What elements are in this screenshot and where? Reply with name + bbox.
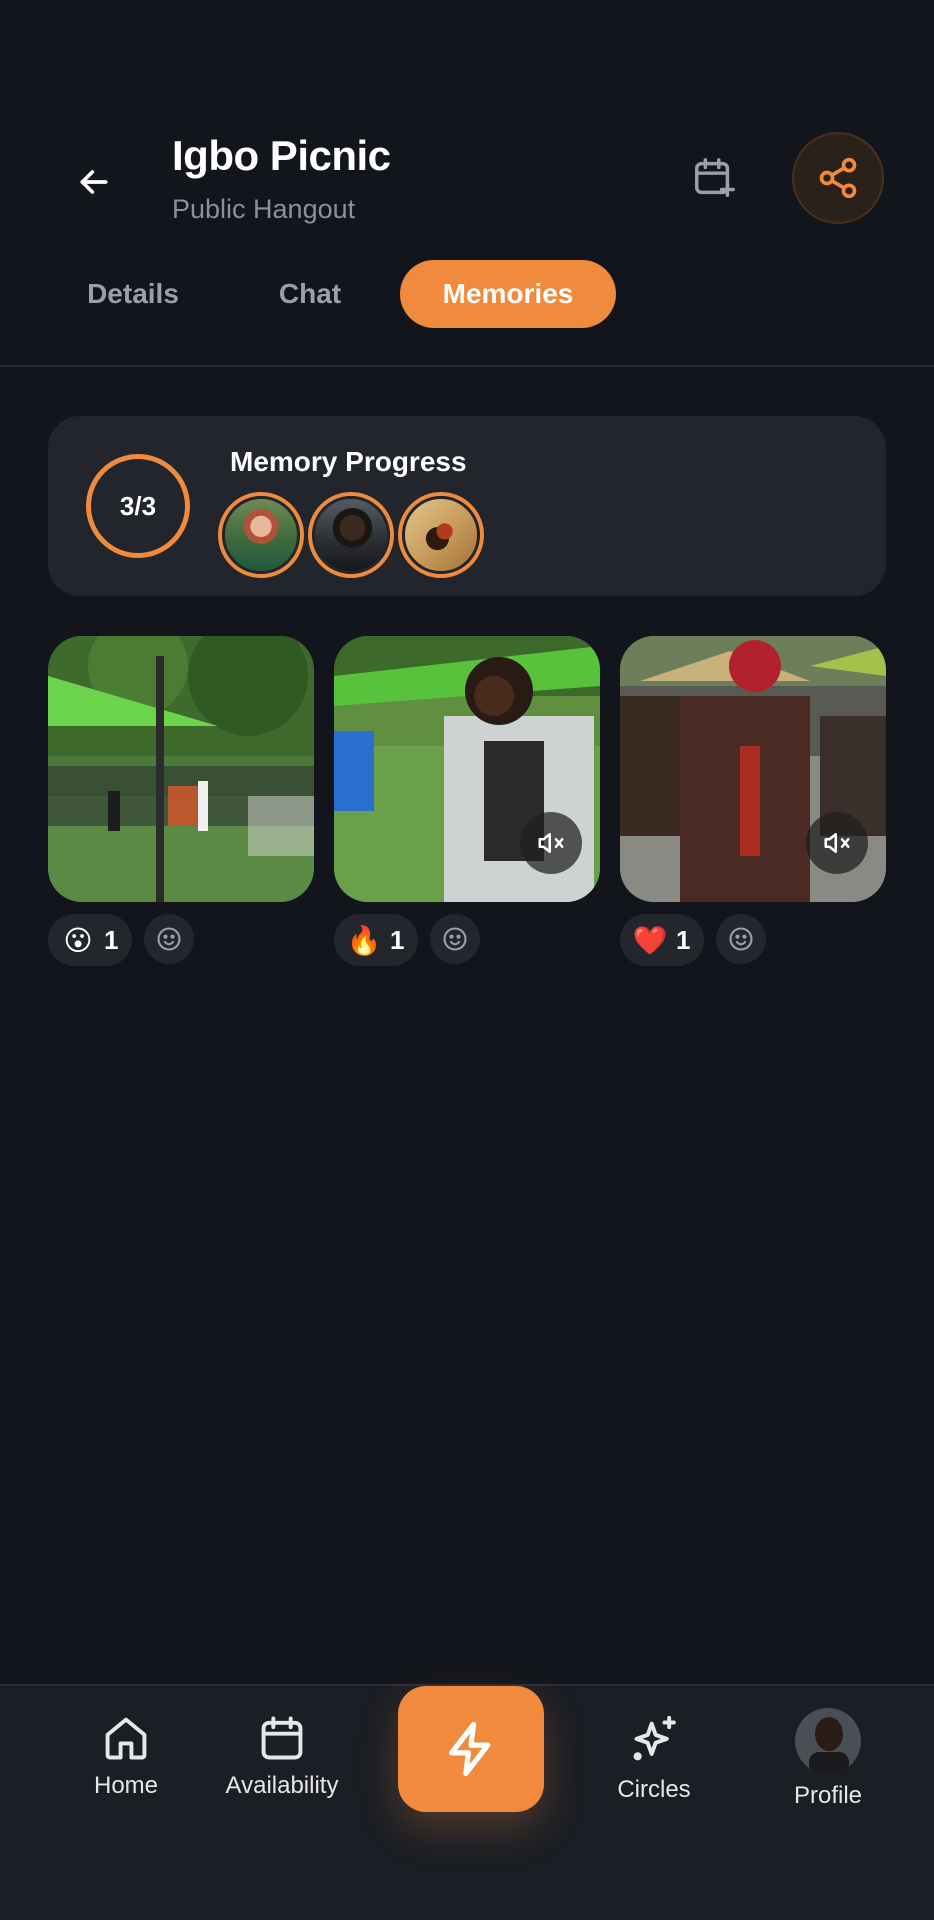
tab-chat[interactable]: Chat bbox=[262, 260, 358, 328]
memory-tile[interactable] bbox=[620, 636, 886, 902]
mute-button[interactable] bbox=[520, 812, 582, 874]
contributor-avatar[interactable] bbox=[398, 492, 484, 578]
page-subtitle: Public Hangout bbox=[172, 194, 356, 224]
lightning-icon bbox=[449, 1721, 491, 1777]
reaction-pill[interactable]: 😮 1 bbox=[48, 914, 133, 966]
nav-profile[interactable]: Profile bbox=[768, 1708, 888, 1810]
memory-photo bbox=[48, 636, 314, 902]
calendar-icon bbox=[261, 1716, 303, 1760]
tab-details[interactable]: Details bbox=[76, 260, 190, 328]
add-reaction-button[interactable] bbox=[430, 914, 480, 964]
nav-availability-label: Availability bbox=[225, 1772, 339, 1799]
share-button[interactable] bbox=[792, 132, 884, 224]
tabs-divider bbox=[0, 365, 934, 367]
memory-tile[interactable] bbox=[48, 636, 314, 902]
add-reaction-button[interactable] bbox=[716, 914, 766, 964]
share-icon bbox=[819, 157, 857, 199]
volume-off-icon bbox=[538, 833, 564, 853]
avatar bbox=[795, 1708, 861, 1774]
page-title: Igbo Picnic bbox=[172, 132, 391, 179]
arrow-left-icon bbox=[80, 170, 108, 194]
quick-action-button[interactable] bbox=[398, 1686, 544, 1812]
nav-profile-label: Profile bbox=[793, 1782, 863, 1809]
nav-circles-label: Circles bbox=[617, 1776, 691, 1803]
reaction-count: 1 bbox=[104, 924, 119, 955]
mute-button[interactable] bbox=[806, 812, 868, 874]
smiley-icon bbox=[443, 927, 467, 951]
sparkles-icon bbox=[633, 1715, 676, 1761]
progress-ring: 3/3 bbox=[86, 454, 190, 558]
nav-circles[interactable]: Circles bbox=[594, 1712, 714, 1804]
smiley-icon bbox=[729, 927, 753, 951]
volume-off-icon bbox=[824, 833, 850, 853]
reaction-emoji: ❤️ bbox=[632, 924, 668, 956]
nav-home-label: Home bbox=[93, 1772, 159, 1799]
contributor-avatar[interactable] bbox=[308, 492, 394, 578]
nav-home[interactable]: Home bbox=[66, 1712, 186, 1800]
reaction-pill[interactable]: ❤️ 1 bbox=[620, 914, 705, 966]
back-button[interactable] bbox=[62, 150, 126, 214]
reaction-emoji: 😮 bbox=[63, 924, 93, 956]
progress-title: Memory Progress bbox=[230, 446, 467, 477]
calendar-plus-icon bbox=[695, 158, 735, 197]
contributor-avatar[interactable] bbox=[218, 492, 304, 578]
add-reaction-button[interactable] bbox=[144, 914, 194, 964]
add-to-calendar-button[interactable] bbox=[686, 150, 742, 206]
nav-availability[interactable]: Availability bbox=[212, 1712, 352, 1800]
reaction-count: 1 bbox=[676, 924, 691, 955]
reaction-emoji: 🔥 bbox=[346, 924, 382, 956]
reaction-count: 1 bbox=[390, 924, 405, 955]
reaction-pill[interactable]: 🔥 1 bbox=[334, 914, 419, 966]
tab-memories[interactable]: Memories bbox=[400, 260, 616, 328]
home-icon bbox=[105, 1717, 147, 1760]
memory-tile[interactable] bbox=[334, 636, 600, 902]
smiley-icon bbox=[157, 927, 181, 951]
